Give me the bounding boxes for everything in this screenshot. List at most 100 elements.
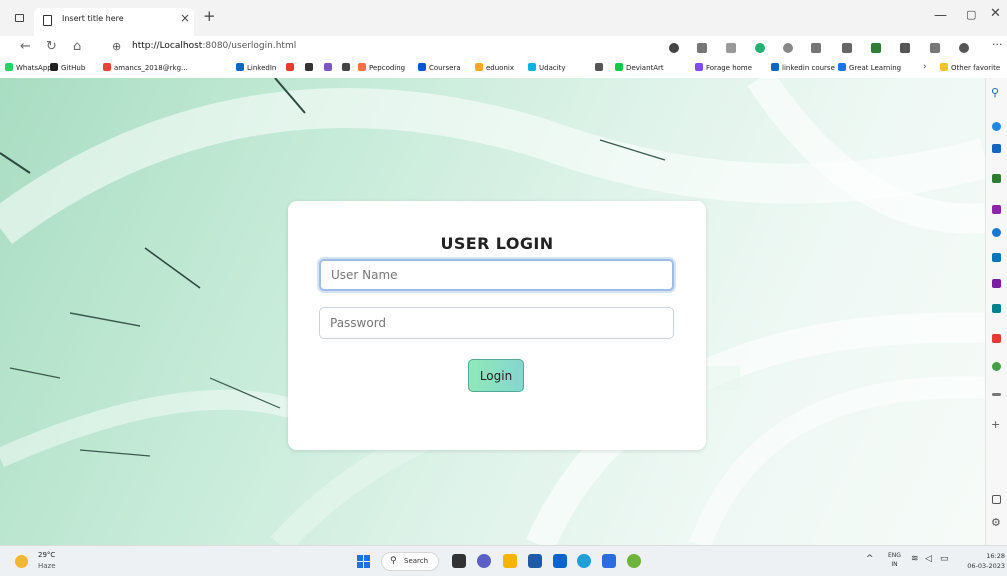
bookmark-item[interactable]: Coursera: [418, 63, 461, 72]
bookmark-item[interactable]: [342, 63, 353, 72]
bookmark-icon: [342, 63, 350, 71]
bookmark-item[interactable]: WhatsApp: [5, 63, 52, 72]
maximize-button[interactable]: ▢: [966, 8, 976, 21]
show-hidden-icons[interactable]: ^: [866, 554, 874, 564]
bookmark-item[interactable]: [305, 63, 316, 72]
task-view-icon[interactable]: [452, 554, 466, 568]
bookmark-item[interactable]: eduonix: [475, 63, 514, 72]
tools-icon[interactable]: [992, 174, 1001, 183]
edge-icon[interactable]: [577, 554, 591, 568]
office-icon[interactable]: [992, 228, 1001, 237]
refresh-icon[interactable]: ↻: [46, 39, 57, 54]
weather-icon[interactable]: [15, 555, 28, 568]
bookmark-icon: [418, 63, 426, 71]
bookmark-item[interactable]: DeviantArt: [615, 63, 664, 72]
favorites-star-icon[interactable]: [811, 43, 821, 53]
bookmark-item[interactable]: amancs_2018@rkg...: [103, 63, 188, 72]
address-bar[interactable]: ⊕ http://Localhost:8080/userlogin.html: [104, 38, 654, 58]
username-input[interactable]: [319, 259, 674, 291]
extension-icon[interactable]: [783, 43, 793, 53]
bookmark-item[interactable]: linkedin course: [771, 63, 835, 72]
search-label: Search: [404, 557, 429, 565]
designer-icon[interactable]: [992, 279, 1001, 288]
bookmark-icon: [305, 63, 313, 71]
weather-condition: Haze: [38, 562, 56, 570]
bookmark-icon: [475, 63, 483, 71]
bing-chat-icon[interactable]: [992, 122, 1001, 131]
bookmark-icon: [838, 63, 846, 71]
bookmark-item[interactable]: GitHub: [50, 63, 85, 72]
send-icon[interactable]: [992, 304, 1001, 313]
windows-taskbar: 29°C Haze ⚲ Search ^ ENG IN ≋ ◁ ▭ 16:28 …: [0, 545, 1007, 576]
hide-sidebar-icon[interactable]: [992, 495, 1001, 504]
edge-sidebar: ⚲ + ⚙: [985, 78, 1007, 545]
shopping-tag-icon[interactable]: [992, 144, 1001, 153]
app-icon[interactable]: [992, 334, 1001, 343]
bookmark-icon: [615, 63, 623, 71]
extension-icon[interactable]: [697, 43, 707, 53]
bookmark-icon: [324, 63, 332, 71]
search-icon[interactable]: ⚲: [991, 86, 999, 99]
outlook-icon[interactable]: [992, 253, 1001, 262]
bookmark-item[interactable]: [595, 63, 606, 72]
bookmark-item[interactable]: Udacity: [528, 63, 566, 72]
bookmarks-overflow-icon[interactable]: ›: [923, 62, 927, 72]
add-sidebar-app-icon[interactable]: +: [991, 418, 1000, 431]
app-icon[interactable]: [602, 554, 616, 568]
wifi-icon[interactable]: ≋: [911, 554, 919, 564]
bookmark-item[interactable]: LinkedIn: [236, 63, 276, 72]
new-tab-button[interactable]: +: [203, 7, 216, 25]
bookmark-label: WhatsApp: [16, 64, 52, 72]
store-icon[interactable]: [528, 554, 542, 568]
bookmark-label: eduonix: [486, 64, 514, 72]
extension-icon[interactable]: [755, 43, 765, 53]
bookmarks-bar: WhatsApp GitHub amancs_2018@rkg... LinkedIn…: [0, 60, 1007, 78]
language-indicator[interactable]: ENG IN: [888, 551, 901, 569]
file-explorer-icon[interactable]: [503, 554, 517, 568]
bookmark-item[interactable]: [286, 63, 297, 72]
home-icon[interactable]: ⌂: [73, 39, 81, 54]
profile-avatar[interactable]: [959, 43, 969, 53]
chat-icon[interactable]: [477, 554, 491, 568]
downloads-icon[interactable]: [871, 43, 881, 53]
login-title: USER LOGIN: [440, 234, 554, 253]
collections-icon[interactable]: [842, 43, 852, 53]
bookmark-label: Pepcoding: [369, 64, 406, 72]
tab-close-icon[interactable]: ×: [180, 11, 190, 25]
tab-actions-icon[interactable]: [15, 14, 24, 22]
browser-tab[interactable]: Insert title here ×: [34, 8, 194, 36]
close-window-button[interactable]: ✕: [990, 6, 1001, 21]
volume-icon[interactable]: ◁: [925, 554, 932, 564]
other-favorites-folder[interactable]: Other favorite: [940, 63, 1000, 72]
bookmark-icon: [695, 63, 703, 71]
extension-icon[interactable]: [930, 43, 940, 53]
start-button[interactable]: [357, 555, 370, 568]
extension-icon[interactable]: [726, 43, 736, 53]
minimize-button[interactable]: —: [934, 8, 947, 23]
search-icon: ⚲: [390, 556, 397, 566]
taskbar-search[interactable]: ⚲ Search: [381, 552, 439, 571]
bookmark-item[interactable]: [324, 63, 335, 72]
back-icon[interactable]: ←: [20, 39, 31, 54]
mail-icon[interactable]: [553, 554, 567, 568]
url-text: http://Localhost:8080/userlogin.html: [132, 41, 297, 51]
login-button[interactable]: Login: [468, 359, 524, 392]
battery-icon[interactable]: ▭: [940, 554, 949, 564]
site-info-icon[interactable]: ⊕: [112, 40, 121, 53]
extension-icon[interactable]: [900, 43, 910, 53]
more-menu-button[interactable]: ···: [992, 38, 1003, 51]
address-toolbar: ← ↻ ⌂ ⊕ http://Localhost:8080/userlogin.…: [0, 36, 1007, 60]
password-input[interactable]: [319, 307, 674, 339]
settings-gear-icon[interactable]: ⚙: [991, 516, 1001, 529]
spotify-icon[interactable]: [992, 362, 1001, 371]
bookmark-item[interactable]: Great Learning: [838, 63, 901, 72]
bookmark-label: GitHub: [61, 64, 86, 72]
app-icon[interactable]: [627, 554, 641, 568]
system-clock[interactable]: 16:28 06-03-2023: [963, 551, 1005, 571]
bookmark-item[interactable]: Pepcoding: [358, 63, 405, 72]
bookmark-item[interactable]: Forage home: [695, 63, 752, 72]
page-icon: [43, 15, 52, 26]
extension-icon[interactable]: [669, 43, 679, 53]
bookmark-icon: [50, 63, 58, 71]
games-icon[interactable]: [992, 205, 1001, 214]
